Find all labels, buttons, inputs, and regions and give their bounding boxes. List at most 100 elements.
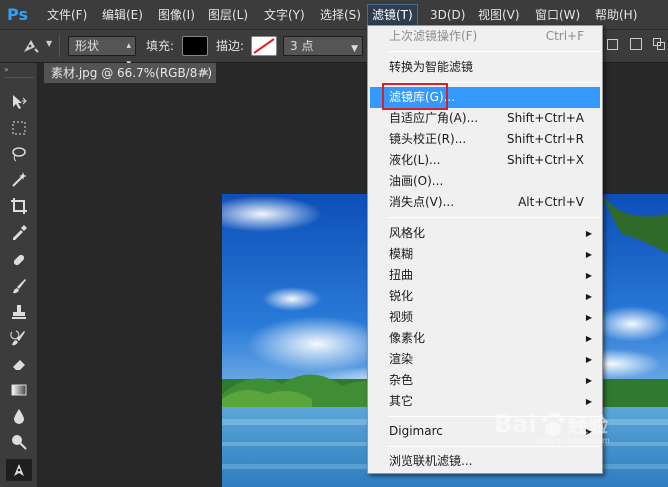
menu-image[interactable]: 图像(I) xyxy=(157,4,196,26)
menu-filter[interactable]: 滤镜(T) xyxy=(367,4,418,26)
chevron-down-icon: ▼ xyxy=(351,44,358,54)
submenu-arrow-icon: ▶ xyxy=(585,376,592,385)
fill-color-swatch[interactable] xyxy=(182,36,208,56)
photoshop-logo: Ps xyxy=(7,5,28,24)
stroke-label: 描边: xyxy=(216,39,245,53)
tool-preset-chevron-icon[interactable]: ▼ xyxy=(46,39,52,48)
menu-item-label: 镜头校正(R)... xyxy=(389,132,467,146)
history-brush-icon[interactable] xyxy=(6,327,32,349)
eyedropper-icon[interactable] xyxy=(6,221,32,243)
menu-item-oil-paint[interactable]: 油画(O)... xyxy=(370,171,600,192)
path-alignment-icon[interactable] xyxy=(630,38,642,50)
dodge-tool-icon[interactable] xyxy=(6,431,32,453)
menu-3d[interactable]: 3D(D) xyxy=(429,4,466,26)
marquee-tool-icon[interactable] xyxy=(6,117,32,139)
menu-separator xyxy=(388,51,600,52)
clone-stamp-icon[interactable] xyxy=(6,301,32,323)
collapse-icon[interactable]: » xyxy=(4,65,9,74)
menu-item-liquify[interactable]: 液化(L)... Shift+Ctrl+X xyxy=(370,150,600,171)
fill-label: 填充: xyxy=(146,39,175,53)
baidu-watermark: Bai 经验 jingyan.baidu.com xyxy=(492,405,652,445)
menu-item-distort[interactable]: 扭曲 ▶ xyxy=(370,265,600,286)
menu-item-render[interactable]: 渲染 ▶ xyxy=(370,349,600,370)
document-tab-title: 素材.jpg @ 66.7%(RGB/8#) xyxy=(51,66,213,80)
stroke-width-value: 3 点 xyxy=(290,39,314,53)
menu-item-shortcut: Shift+Ctrl+X xyxy=(507,153,584,167)
menu-item-label: 消失点(V)... xyxy=(389,195,455,209)
menu-type[interactable]: 文字(Y) xyxy=(263,4,306,26)
close-icon[interactable]: × xyxy=(201,63,210,83)
menu-view[interactable]: 视图(V) xyxy=(477,4,521,26)
svg-text:jingyan.baidu.com: jingyan.baidu.com xyxy=(535,436,610,445)
submenu-arrow-icon: ▶ xyxy=(585,355,592,364)
path-operation-icon[interactable] xyxy=(607,39,618,50)
menu-item-convert-smart-filter[interactable]: 转换为智能滤镜 xyxy=(370,57,600,78)
menu-file[interactable]: 文件(F) xyxy=(46,4,88,26)
menu-item-label: 风格化 xyxy=(389,226,426,240)
menu-item-shortcut: Shift+Ctrl+A xyxy=(507,111,584,125)
menu-item-label: 像素化 xyxy=(389,331,426,345)
menu-item-shortcut: Alt+Ctrl+V xyxy=(518,195,584,209)
gradient-tool-icon[interactable] xyxy=(6,379,32,401)
menu-item-label: 转换为智能滤镜 xyxy=(389,60,474,74)
menu-item-stylize[interactable]: 风格化 ▶ xyxy=(370,223,600,244)
menu-item-label: 渲染 xyxy=(389,352,414,366)
annotation-highlight-box xyxy=(382,83,448,110)
menu-window[interactable]: 窗口(W) xyxy=(534,4,581,26)
menu-item-lens-correction[interactable]: 镜头校正(R)... Shift+Ctrl+R xyxy=(370,129,600,150)
menu-item-label: 浏览联机滤镜... xyxy=(389,454,473,468)
menu-item-blur[interactable]: 模糊 ▶ xyxy=(370,244,600,265)
menu-item-shortcut: Shift+Ctrl+R xyxy=(506,132,584,146)
menu-item-browse-online-filters[interactable]: 浏览联机滤镜... xyxy=(370,451,600,472)
healing-brush-icon[interactable] xyxy=(6,249,32,271)
menu-item-sharpen[interactable]: 锐化 ▶ xyxy=(370,286,600,307)
menu-separator xyxy=(388,446,600,447)
menu-item-vanishing-point[interactable]: 消失点(V)... Alt+Ctrl+V xyxy=(370,192,600,213)
submenu-arrow-icon: ▶ xyxy=(585,229,592,238)
menu-item-noise[interactable]: 杂色 ▶ xyxy=(370,370,600,391)
pen-tool-icon[interactable] xyxy=(20,36,42,56)
submenu-arrow-icon: ▶ xyxy=(585,313,592,322)
menu-item-label: 上次滤镜操作(F) xyxy=(389,29,478,43)
blur-tool-icon[interactable] xyxy=(6,405,32,427)
menu-item-label: 视频 xyxy=(389,310,414,324)
magic-wand-icon[interactable] xyxy=(6,169,32,191)
tools-panel: » xyxy=(0,63,38,487)
menu-item-label: 模糊 xyxy=(389,247,414,261)
menu-item-label: 扭曲 xyxy=(389,268,414,282)
menu-item-pixelate[interactable]: 像素化 ▶ xyxy=(370,328,600,349)
stroke-width-dropdown[interactable]: 3 点 ▼ xyxy=(283,36,363,56)
menu-item-label: 油画(O)... xyxy=(389,174,444,188)
brush-tool-icon[interactable] xyxy=(6,275,32,297)
eraser-icon[interactable] xyxy=(6,353,32,375)
tool-mode-value: 形状 xyxy=(75,39,100,53)
menu-item-label: 自适应广角(A)... xyxy=(389,111,479,125)
menu-item-last-filter: 上次滤镜操作(F) Ctrl+F xyxy=(370,26,600,47)
move-tool-icon[interactable] xyxy=(6,91,32,113)
submenu-arrow-icon: ▶ xyxy=(585,271,592,280)
menu-select[interactable]: 选择(S) xyxy=(319,4,362,26)
crop-tool-icon[interactable] xyxy=(6,195,32,217)
document-tab[interactable]: 素材.jpg @ 66.7%(RGB/8#) × xyxy=(44,63,216,83)
stroke-color-swatch[interactable] xyxy=(251,36,277,56)
svg-text:经验: 经验 xyxy=(568,413,608,437)
menu-separator xyxy=(388,217,600,218)
menu-item-label: 液化(L)... xyxy=(389,153,441,167)
menu-item-video[interactable]: 视频 ▶ xyxy=(370,307,600,328)
submenu-arrow-icon: ▶ xyxy=(585,292,592,301)
path-arrangement-icon[interactable] xyxy=(653,38,665,50)
tool-mode-dropdown[interactable]: 形状 ▴▾ xyxy=(68,36,136,69)
menu-layer[interactable]: 图层(L) xyxy=(207,4,249,26)
pen-tool-icon[interactable] xyxy=(6,459,32,481)
submenu-arrow-icon: ▶ xyxy=(585,250,592,259)
menu-edit[interactable]: 编辑(E) xyxy=(101,4,144,26)
lasso-tool-icon[interactable] xyxy=(6,143,32,165)
menu-item-label: 杂色 xyxy=(389,373,414,387)
menu-item-shortcut: Ctrl+F xyxy=(545,29,584,43)
submenu-arrow-icon: ▶ xyxy=(585,334,592,343)
menu-help[interactable]: 帮助(H) xyxy=(594,4,638,26)
divider xyxy=(4,77,34,78)
menu-item-label: 其它 xyxy=(389,394,414,408)
divider xyxy=(59,35,60,57)
menu-item-adaptive-wide-angle[interactable]: 自适应广角(A)... Shift+Ctrl+A xyxy=(370,108,600,129)
